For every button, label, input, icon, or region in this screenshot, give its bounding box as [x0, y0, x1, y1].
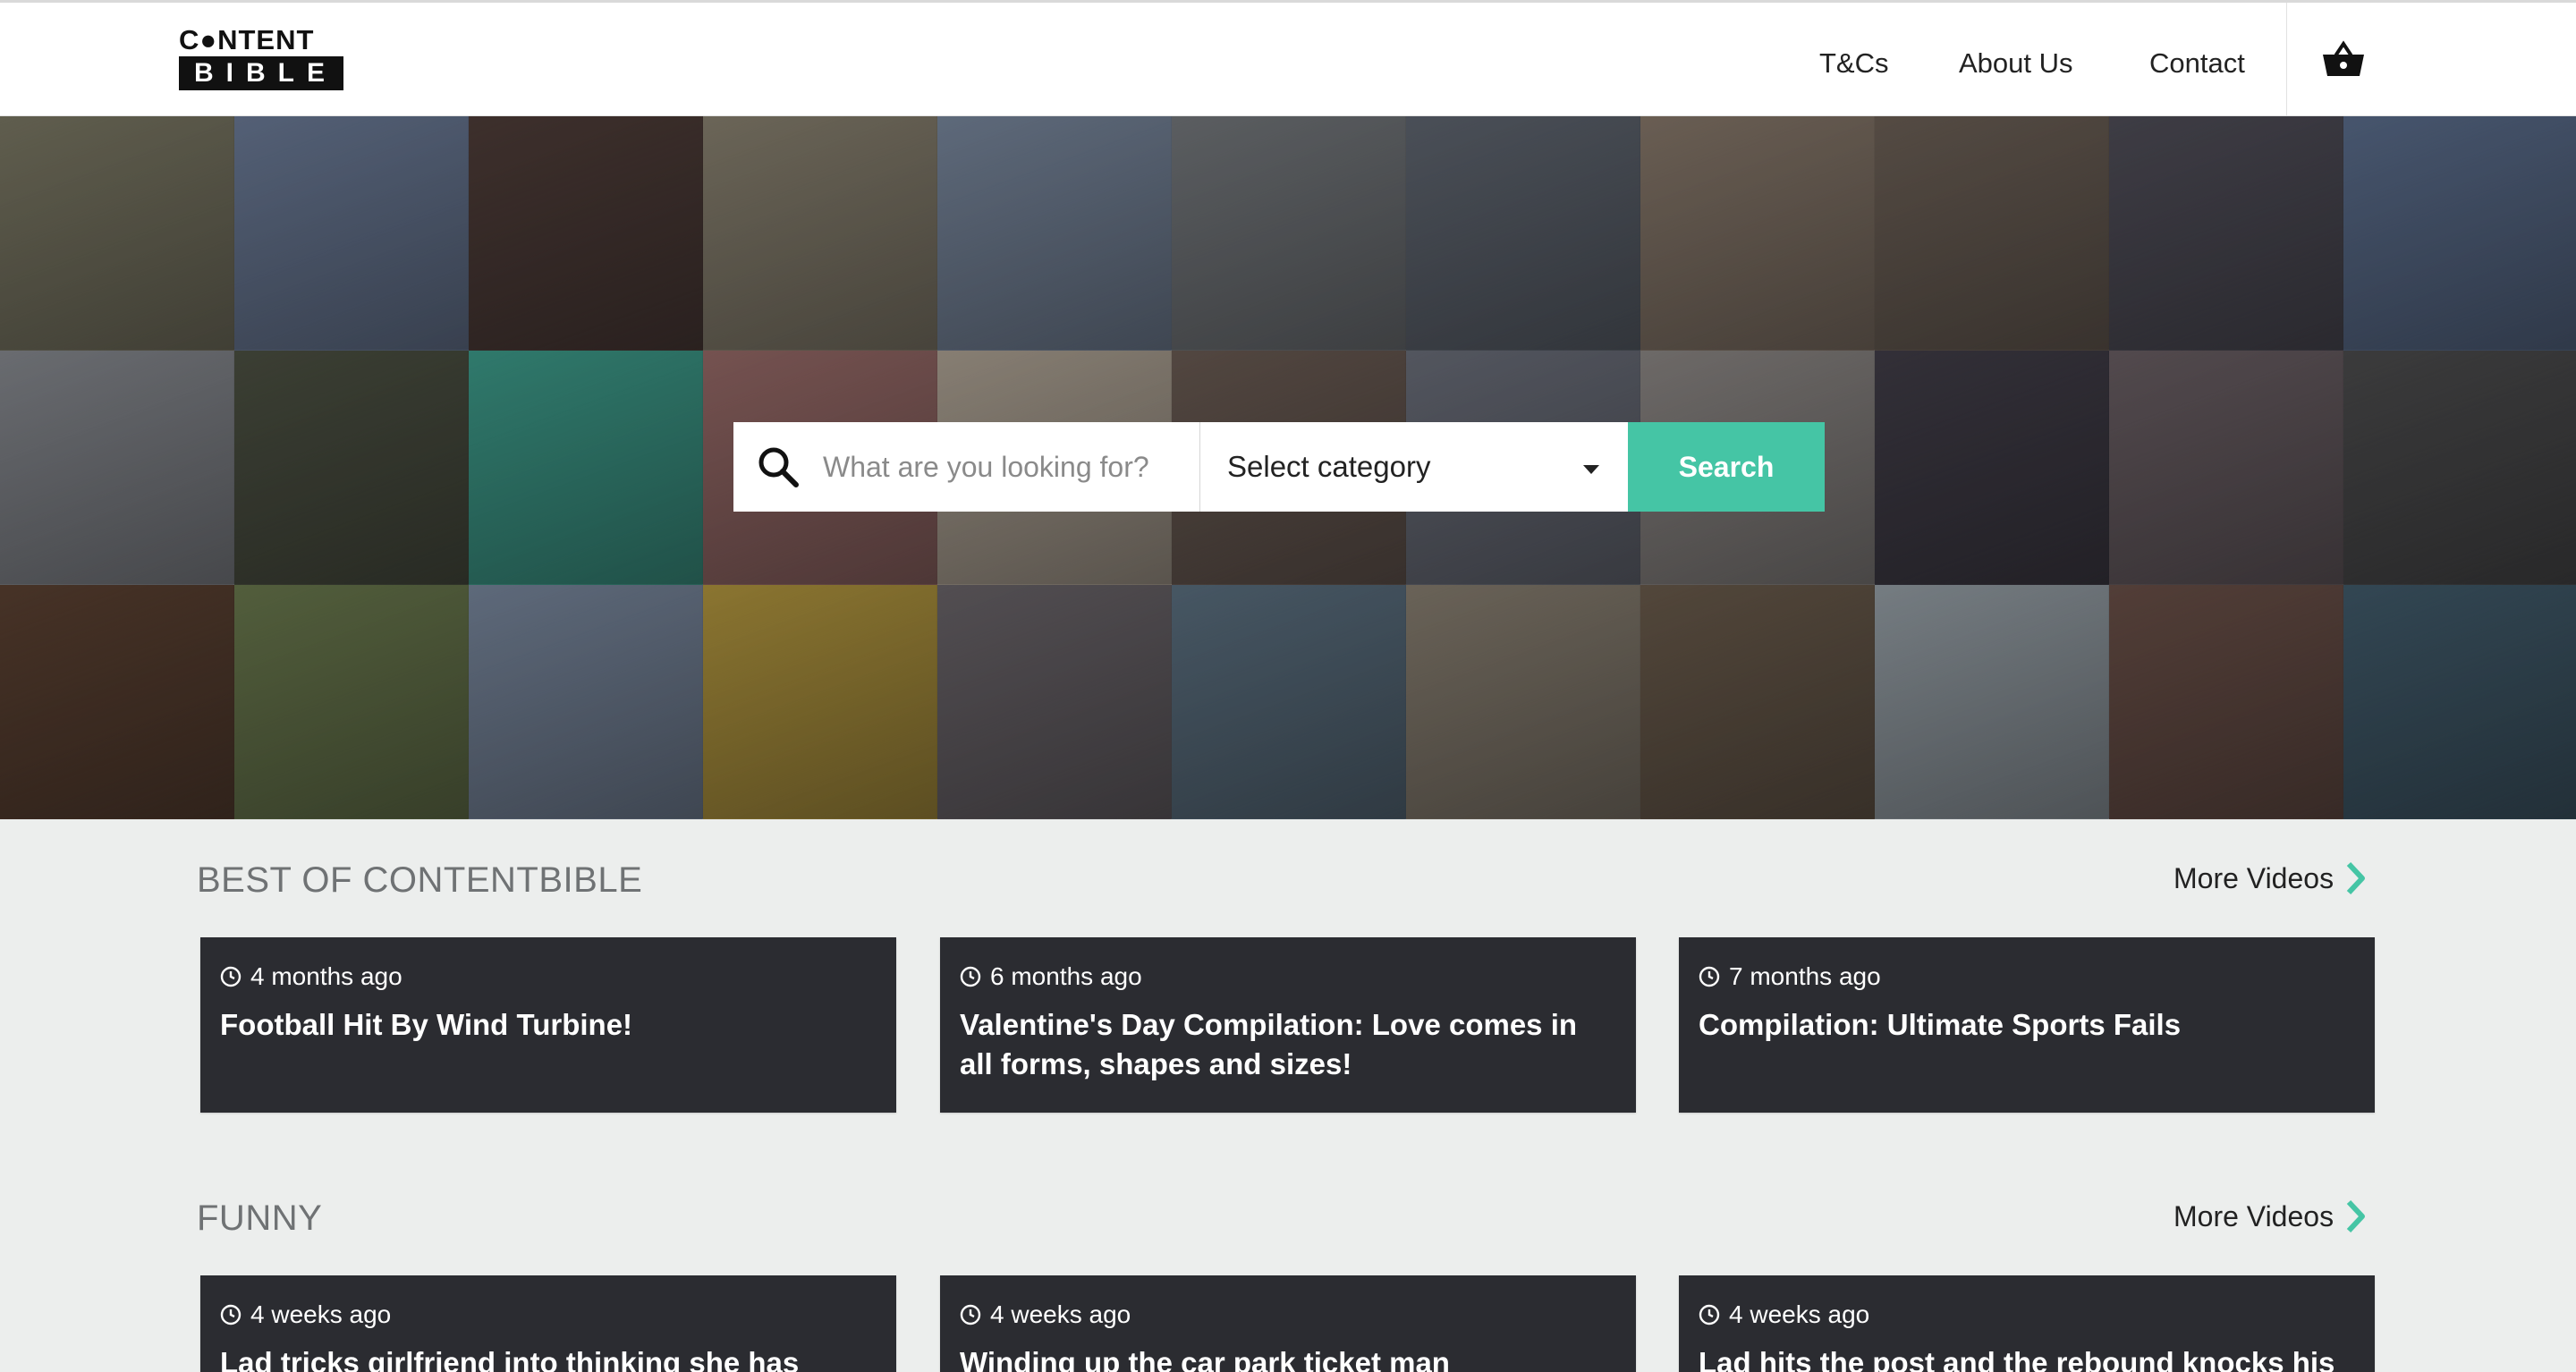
- more-videos-label: More Videos: [2174, 1199, 2334, 1232]
- category-select-label: Select category: [1227, 450, 1431, 483]
- section-title-funny: FUNNY: [197, 1198, 323, 1238]
- hero-banner: Select category Search: [0, 116, 2576, 819]
- video-card[interactable]: 4 weeks ago Lad tricks girlfriend into t…: [200, 1275, 896, 1372]
- video-card[interactable]: 4 weeks ago Lad hits the post and the re…: [1679, 1275, 2375, 1372]
- card-meta: 4 months ago: [220, 962, 877, 991]
- more-videos-link-funny[interactable]: More Videos: [2174, 1198, 2368, 1234]
- card-title[interactable]: Lad tricks girlfriend into thinking she …: [220, 1343, 877, 1372]
- more-videos-link-best-of[interactable]: More Videos: [2174, 860, 2368, 896]
- video-card[interactable]: 7 months ago Compilation: Ultimate Sport…: [1679, 937, 2375, 1113]
- card-meta: 4 weeks ago: [960, 1300, 1616, 1329]
- caret-down-icon: [1583, 465, 1599, 474]
- chevron-right-icon: [2346, 861, 2366, 895]
- card-meta: 7 months ago: [1699, 962, 2355, 991]
- nav-divider: [2286, 3, 2287, 119]
- content-bible-logo[interactable]: C●NTENT BIBLE: [179, 24, 343, 92]
- basket-icon[interactable]: [2320, 40, 2367, 80]
- card-title[interactable]: Winding up the car park ticket man: [960, 1343, 1616, 1372]
- card-date: 4 weeks ago: [1729, 1300, 1870, 1328]
- logo-text-bottom: BIBLE: [179, 56, 343, 90]
- search-input[interactable]: [823, 450, 1181, 484]
- nav-contact-link[interactable]: Contact: [2149, 47, 2245, 80]
- chevron-right-icon: [2346, 1199, 2366, 1233]
- search-icon: [758, 447, 799, 487]
- card-date: 7 months ago: [1729, 962, 1881, 990]
- clock-icon: [960, 966, 981, 987]
- logo-text-top: C●NTENT: [179, 24, 315, 55]
- search-bar: Select category Search: [733, 422, 1825, 512]
- video-card[interactable]: 6 months ago Valentine's Day Compilation…: [940, 937, 1636, 1113]
- clock-icon: [220, 1304, 242, 1325]
- card-date: 4 weeks ago: [250, 1300, 392, 1328]
- card-meta: 4 weeks ago: [220, 1300, 877, 1329]
- site-header: C●NTENT BIBLE T&Cs About Us Contact: [0, 0, 2576, 119]
- card-title[interactable]: Valentine's Day Compilation: Love comes …: [960, 1005, 1616, 1084]
- card-title[interactable]: Football Hit By Wind Turbine!: [220, 1005, 877, 1045]
- search-field: [733, 422, 1200, 512]
- nav-terms-link[interactable]: T&Cs: [1819, 47, 1889, 80]
- search-button[interactable]: Search: [1628, 422, 1825, 512]
- more-videos-label: More Videos: [2174, 861, 2334, 894]
- card-meta: 4 weeks ago: [1699, 1300, 2355, 1329]
- video-card[interactable]: 4 months ago Football Hit By Wind Turbin…: [200, 937, 896, 1113]
- clock-icon: [1699, 966, 1720, 987]
- card-date: 4 months ago: [250, 962, 402, 990]
- nav-about-link[interactable]: About Us: [1959, 47, 2073, 80]
- card-date: 4 weeks ago: [990, 1300, 1131, 1328]
- video-card[interactable]: 4 weeks ago Winding up the car park tick…: [940, 1275, 1636, 1372]
- card-date: 6 months ago: [990, 962, 1142, 990]
- section-title-best-of: BEST OF CONTENTBIBLE: [197, 860, 643, 900]
- clock-icon: [1699, 1304, 1720, 1325]
- clock-icon: [220, 966, 242, 987]
- card-title[interactable]: Lad hits the post and the rebound knocks…: [1699, 1343, 2355, 1372]
- clock-icon: [960, 1304, 981, 1325]
- card-meta: 6 months ago: [960, 962, 1616, 991]
- card-title[interactable]: Compilation: Ultimate Sports Fails: [1699, 1005, 2355, 1045]
- category-select[interactable]: Select category: [1200, 422, 1628, 512]
